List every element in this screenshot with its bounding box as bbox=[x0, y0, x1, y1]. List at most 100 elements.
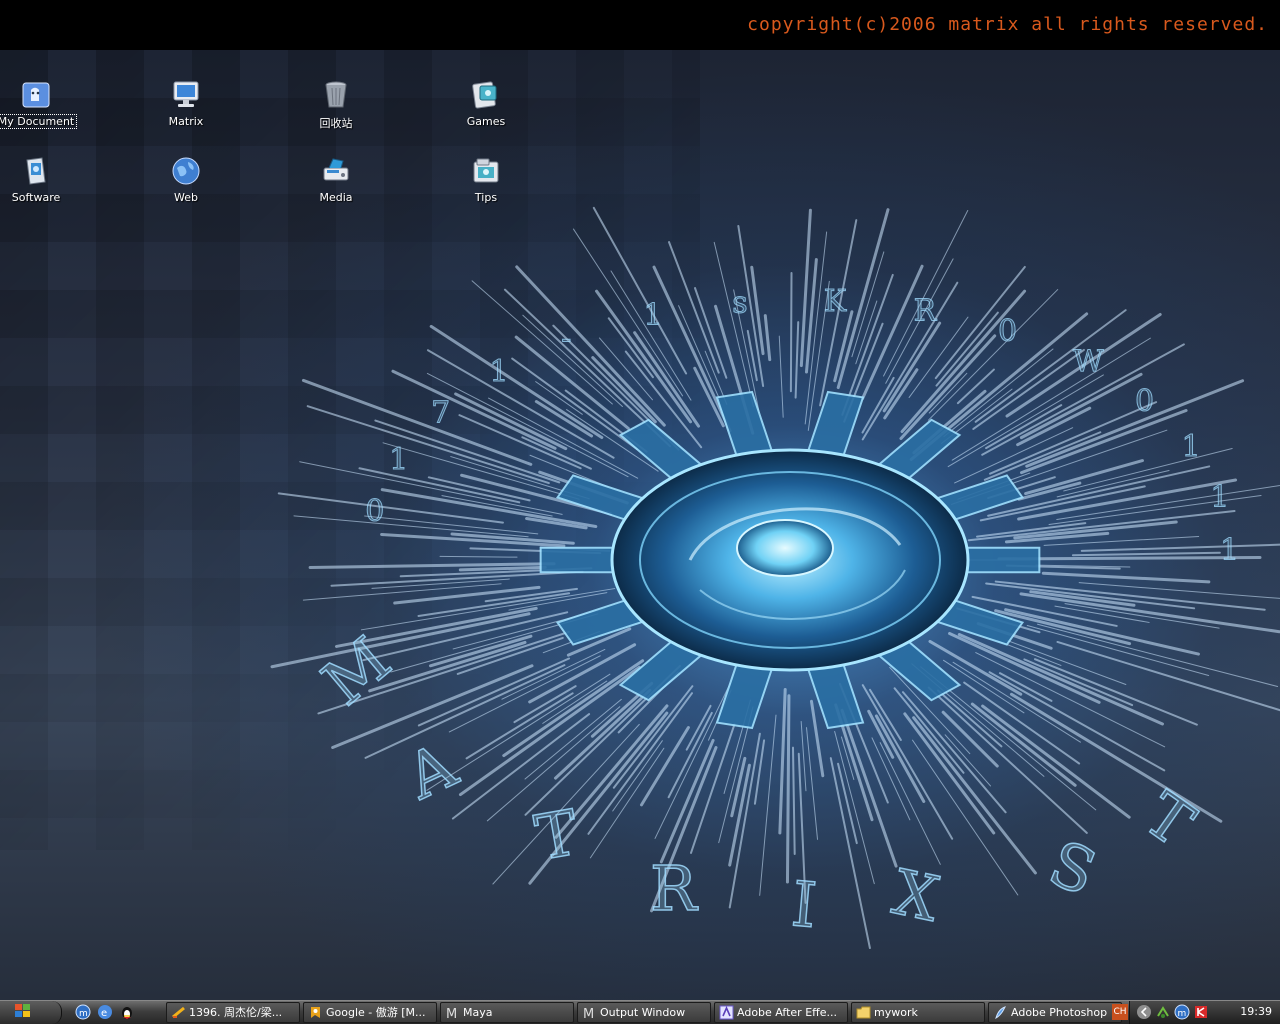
light-streak bbox=[513, 685, 577, 724]
light-streak bbox=[652, 265, 732, 433]
desktop-icon-recycle-bin[interactable]: 回收站 bbox=[291, 79, 381, 131]
ring-glyph: 1 bbox=[489, 354, 508, 389]
ring-glyph: s bbox=[732, 285, 747, 320]
light-streak bbox=[829, 757, 871, 949]
maxthon-tray-icon[interactable]: m bbox=[1174, 1004, 1190, 1020]
light-streak bbox=[794, 321, 800, 399]
tray-arrow-icon[interactable] bbox=[1136, 1004, 1152, 1020]
ring-glyph: 1 bbox=[1210, 480, 1229, 515]
light-streak bbox=[1037, 623, 1279, 688]
svg-text:R: R bbox=[650, 852, 699, 925]
antivirus-tray-icon[interactable] bbox=[1193, 1004, 1209, 1020]
light-streak bbox=[592, 206, 688, 375]
svg-text:M: M bbox=[583, 1007, 594, 1020]
folder-icon bbox=[856, 1005, 871, 1020]
light-streak bbox=[639, 726, 690, 807]
banner-bar: copyright(c)2006 matrix all rights reser… bbox=[0, 0, 1280, 50]
light-streak bbox=[270, 612, 531, 669]
task-label: mywork bbox=[874, 1006, 918, 1019]
ie-quicklaunch-icon[interactable]: e bbox=[96, 1003, 114, 1021]
ring-glyph: 0 bbox=[998, 314, 1017, 349]
media-icon bbox=[320, 155, 352, 187]
light-streak bbox=[840, 708, 898, 868]
task-label: 1396. 周杰伦/梁... bbox=[189, 1006, 283, 1019]
icon-label: Matrix bbox=[168, 115, 204, 128]
svg-text:m: m bbox=[1178, 1009, 1187, 1019]
light-streak bbox=[893, 687, 965, 774]
icon-label: Web bbox=[174, 191, 198, 204]
svg-text:T: T bbox=[530, 796, 583, 875]
ring-glyph: W bbox=[1073, 345, 1104, 380]
desktop-icon-my-document[interactable]: My Document bbox=[0, 79, 81, 129]
ring-glyph: - bbox=[561, 321, 571, 356]
language-indicator[interactable]: CH bbox=[1112, 1004, 1128, 1020]
light-streak bbox=[382, 442, 580, 500]
task-button-output-window[interactable]: M Output Window bbox=[577, 1002, 711, 1023]
start-button[interactable] bbox=[0, 1001, 62, 1024]
svg-text:I: I bbox=[789, 867, 820, 942]
task-label: Adobe Photoshop bbox=[1011, 1006, 1108, 1019]
task-label: Output Window bbox=[600, 1006, 686, 1019]
light-streak bbox=[1023, 658, 1134, 707]
light-streak bbox=[861, 281, 959, 441]
light-streak bbox=[778, 335, 784, 418]
task-label: Google - 傲游 [M... bbox=[326, 1006, 426, 1019]
light-streak bbox=[970, 702, 1077, 787]
task-button-after-effects[interactable]: Adobe After Effe... bbox=[714, 1002, 848, 1023]
ring-glyph: 0 bbox=[365, 494, 384, 529]
desktop-icon-web[interactable]: Web bbox=[141, 155, 231, 204]
taskbar: m e 1396. 周杰伦/梁... Google - 傲游 [M... M M… bbox=[0, 1000, 1280, 1024]
light-streak bbox=[943, 348, 1054, 438]
icon-label: Tips bbox=[474, 191, 498, 204]
qq-penguin-icon[interactable] bbox=[118, 1003, 136, 1021]
desktop-icon-software[interactable]: Software bbox=[0, 155, 81, 204]
maya-output-icon: M bbox=[582, 1005, 597, 1022]
ring-glyph: K bbox=[824, 284, 847, 319]
desktop-icon-tips[interactable]: Tips bbox=[441, 155, 531, 204]
maxthon-quicklaunch-icon[interactable]: m bbox=[74, 1003, 92, 1021]
ring-glyph: 1 bbox=[1182, 430, 1201, 465]
recycle-bin-icon bbox=[320, 79, 352, 111]
svg-text:m: m bbox=[79, 1009, 88, 1019]
icon-label: My Document bbox=[0, 114, 78, 129]
svg-text:S: S bbox=[1039, 826, 1106, 910]
icon-label: 回收站 bbox=[319, 117, 353, 130]
svg-text:M: M bbox=[446, 1007, 457, 1020]
desktop-icon-games[interactable]: Games bbox=[441, 79, 531, 128]
light-streak bbox=[851, 251, 885, 358]
task-label: Maya bbox=[463, 1006, 493, 1019]
light-streak bbox=[429, 324, 604, 439]
light-streak bbox=[763, 314, 772, 362]
windows-logo-icon bbox=[14, 1003, 32, 1022]
network-tray-icon[interactable] bbox=[1155, 1004, 1171, 1020]
light-streak bbox=[293, 515, 529, 538]
ring-glyph: 1 bbox=[1220, 533, 1239, 568]
wallpaper-matrix-art: 0171-1 s K R0W0111 M A T R I X S T bbox=[270, 206, 1280, 949]
system-clock[interactable]: 19:39 bbox=[1240, 1005, 1272, 1018]
desktop-icon-media[interactable]: Media bbox=[291, 155, 381, 204]
task-button-mywork[interactable]: mywork bbox=[851, 1002, 985, 1023]
light-streak bbox=[501, 648, 606, 700]
maya-icon: M bbox=[445, 1005, 460, 1022]
after-effects-icon bbox=[719, 1005, 734, 1020]
desktop[interactable]: 0171-1sKR0W0111 M A T R I X S T copyrigh… bbox=[0, 0, 1280, 1000]
winamp-icon bbox=[171, 1005, 186, 1020]
tray-icons: m bbox=[1136, 1004, 1209, 1020]
icon-label: Games bbox=[466, 115, 506, 128]
task-button-photoshop[interactable]: Adobe Photoshop bbox=[988, 1002, 1122, 1023]
light-streak bbox=[1041, 571, 1211, 584]
task-button-maya[interactable]: M Maya bbox=[440, 1002, 574, 1023]
light-streak bbox=[458, 565, 547, 572]
my-document-icon bbox=[20, 79, 52, 111]
photoshop-icon bbox=[993, 1005, 1008, 1020]
desktop-icon-matrix[interactable]: Matrix bbox=[141, 79, 231, 128]
system-tray: CH m 19:39 bbox=[1112, 1001, 1280, 1024]
light-streak bbox=[867, 709, 895, 759]
maxthon-browser-icon bbox=[308, 1005, 323, 1020]
task-label: Adobe After Effe... bbox=[737, 1006, 837, 1019]
light-streak bbox=[778, 687, 787, 835]
task-button-winamp[interactable]: 1396. 周杰伦/梁... bbox=[166, 1002, 300, 1023]
ring-glyph: 1 bbox=[643, 298, 662, 333]
light-streak bbox=[809, 699, 825, 778]
task-button-browser[interactable]: Google - 傲游 [M... bbox=[303, 1002, 437, 1023]
